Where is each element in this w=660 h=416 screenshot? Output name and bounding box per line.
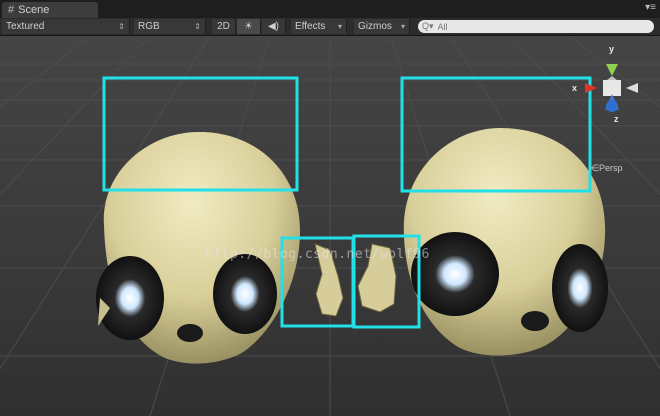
scene-viewport[interactable]: y x z ⋲Persp http://blog.csdn.net/wolf96 — [0, 36, 660, 416]
effects-dropdown[interactable]: Effects ▾ — [291, 19, 347, 34]
color-channel-dropdown[interactable]: RGB ⇕ — [134, 19, 206, 34]
updown-icon: ⇕ — [194, 22, 201, 31]
projection-icon: ⋲ — [590, 163, 599, 173]
z-axis-label: z — [614, 114, 619, 124]
tab-menu-icon[interactable]: ▾≡ — [645, 2, 656, 13]
gizmo-center-cube[interactable] — [603, 80, 621, 96]
sun-icon: ☀ — [244, 21, 253, 32]
speaker-icon: ◀) — [267, 21, 280, 32]
color-channel-label: RGB — [138, 21, 160, 32]
z-axis-tip — [606, 100, 618, 112]
grid-icon: # — [8, 4, 15, 16]
2d-toggle-button[interactable]: 2D — [212, 19, 236, 34]
chevron-down-icon: ▾ — [400, 22, 405, 31]
2d-label: 2D — [217, 21, 230, 32]
tab-bar: # Scene ▾≡ — [0, 0, 660, 18]
scene-canvas[interactable]: y x z — [0, 36, 660, 416]
gizmos-dropdown[interactable]: Gizmos ▾ — [354, 19, 410, 34]
scene-toolbar: Textured ⇕ RGB ⇕ 2D ☀ ◀) Effects ▾ Gizmo… — [0, 18, 660, 36]
search-icon: Q▾ — [422, 21, 434, 31]
tab-scene[interactable]: # Scene — [2, 2, 98, 18]
lighting-toggle-button[interactable]: ☀ — [237, 19, 261, 34]
render-mode-dropdown[interactable]: Textured ⇕ — [2, 19, 130, 34]
right-skull[interactable] — [403, 128, 608, 356]
y-axis-label: y — [609, 44, 614, 54]
projection-label: Persp — [599, 163, 623, 173]
render-mode-label: Textured — [6, 21, 45, 32]
search-field[interactable]: Q▾ — [418, 20, 654, 33]
gizmos-label: Gizmos — [358, 21, 392, 32]
watermark-text: http://blog.csdn.net/wolf96 — [205, 247, 430, 262]
effects-label: Effects — [295, 21, 326, 32]
projection-toggle[interactable]: ⋲Persp — [590, 163, 623, 174]
updown-icon: ⇕ — [118, 22, 125, 31]
x-axis-label: x — [572, 83, 577, 93]
audio-toggle-button[interactable]: ◀) — [262, 19, 286, 34]
tab-scene-label: Scene — [18, 4, 50, 16]
chevron-down-icon: ▾ — [337, 22, 342, 31]
search-input[interactable] — [435, 20, 640, 33]
